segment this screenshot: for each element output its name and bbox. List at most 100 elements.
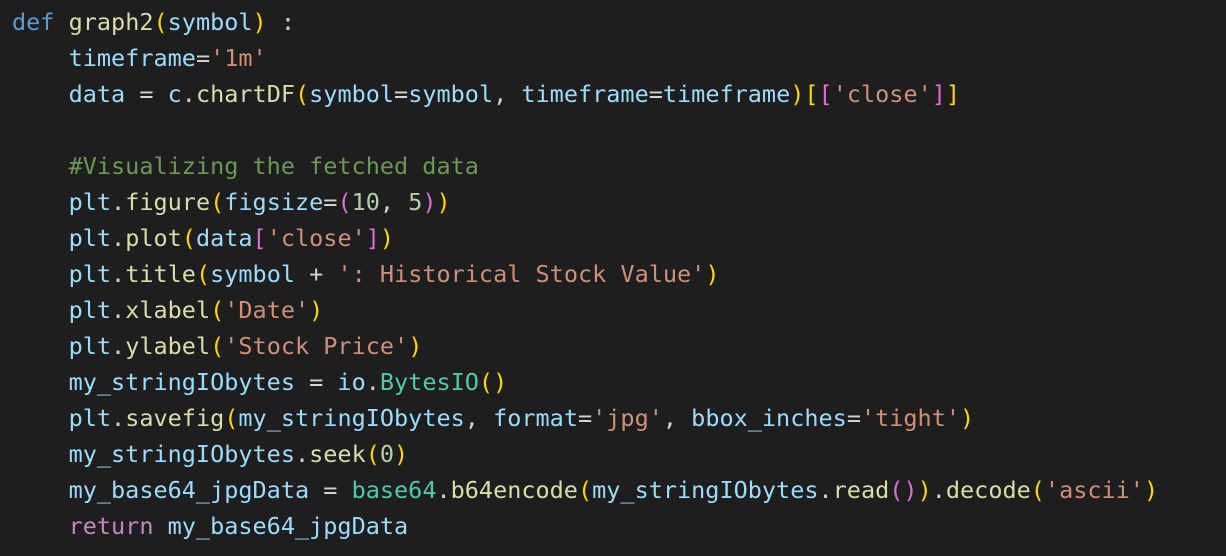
code-token: ] [931, 80, 946, 108]
code-token: 'close' [266, 224, 366, 252]
code-token: title [125, 260, 196, 288]
code-token: 'ascii' [1044, 476, 1144, 504]
code-line[interactable]: plt.ylabel('Stock Price') [0, 328, 1226, 364]
code-token: symbol [167, 8, 253, 36]
code-token: : [266, 8, 295, 36]
code-token: . [931, 476, 946, 504]
code-token: #Visualizing the fetched data [68, 152, 479, 180]
code-line[interactable]: plt.plot(data['close']) [0, 220, 1226, 256]
code-token: ( [577, 476, 593, 504]
code-line[interactable]: plt.savefig(my_stringIObytes, format='jp… [0, 400, 1226, 436]
code-token: = [846, 404, 861, 432]
code-token: format [493, 404, 578, 432]
code-token: ( [210, 332, 225, 360]
code-token: figsize [224, 188, 324, 216]
code-editor[interactable]: def graph2(symbol) : timeframe='1m' data… [0, 0, 1226, 556]
code-token: plt [68, 188, 112, 216]
code-token: ] [365, 224, 380, 252]
code-token: my_stringIObytes [592, 476, 819, 504]
code-token: = [294, 368, 338, 396]
code-line[interactable]: plt.title(symbol + ': Historical Stock V… [0, 256, 1226, 292]
code-token: ylabel [125, 332, 211, 360]
code-token: seek [309, 440, 366, 468]
code-token: . [181, 80, 196, 108]
code-token: io [337, 368, 366, 396]
code-token: data [68, 80, 126, 108]
code-token: data [195, 224, 253, 252]
code-line[interactable]: data = c.chartDF(symbol=symbol, timefram… [0, 76, 1226, 112]
code-token: timeframe [662, 80, 791, 108]
code-token: . [436, 476, 451, 504]
code-token: ) [379, 224, 395, 252]
code-token: ( [224, 404, 239, 432]
code-token: ( [295, 80, 310, 108]
code-token: = [648, 80, 663, 108]
code-token: ( [210, 296, 225, 324]
code-token: . [111, 332, 126, 360]
code-token: plt [68, 296, 112, 324]
code-token: ( [181, 224, 196, 252]
code-line[interactable] [0, 112, 1226, 148]
code-token: ) [408, 332, 423, 360]
code-token: timeframe [521, 80, 649, 108]
code-token: '1m' [210, 44, 267, 72]
code-token: [ [804, 80, 819, 108]
code-token: 0 [379, 440, 395, 468]
code-line[interactable]: plt.figure(figsize=(10, 5)) [0, 184, 1226, 220]
code-token: = [125, 80, 168, 108]
code-token: [ [818, 80, 833, 108]
code-token: ) [903, 476, 918, 504]
code-token: ': Historical Stock Value' [337, 260, 706, 288]
code-line[interactable]: timeframe='1m' [0, 40, 1226, 76]
code-token: = [394, 80, 409, 108]
code-token: , [379, 188, 409, 216]
code-token: ] [945, 80, 961, 108]
code-token: ) [436, 188, 451, 216]
code-token: 'Date' [224, 296, 310, 324]
code-token: = [577, 404, 593, 432]
code-line[interactable]: my_base64_jpgData = base64.b64encode(my_… [0, 472, 1226, 508]
code-token: chartDF [195, 80, 295, 108]
code-token: [ [252, 224, 267, 252]
code-token: ) [252, 8, 267, 36]
code-token: , [464, 404, 494, 432]
code-token: figure [125, 188, 211, 216]
code-token: . [111, 404, 126, 432]
code-line[interactable]: #Visualizing the fetched data [0, 148, 1226, 184]
code-line[interactable]: def graph2(symbol) : [0, 4, 1226, 40]
code-token: my_stringIObytes [238, 404, 465, 432]
code-token: ) [917, 476, 932, 504]
code-token: my_stringIObytes [68, 368, 295, 396]
code-token: = [195, 44, 211, 72]
code-line[interactable]: my_stringIObytes.seek(0) [0, 436, 1226, 472]
code-token: 5 [408, 188, 423, 216]
code-token: plt [68, 332, 112, 360]
code-token: ( [478, 368, 494, 396]
code-line[interactable]: plt.xlabel('Date') [0, 292, 1226, 328]
code-token: symbol [408, 80, 494, 108]
code-token: ( [337, 188, 352, 216]
code-line[interactable]: return my_base64_jpgData [0, 508, 1226, 544]
code-token: ( [195, 260, 211, 288]
code-token: BytesIO [379, 368, 479, 396]
code-token: = [309, 476, 352, 504]
code-token: + [295, 260, 338, 288]
code-token: ) [1143, 476, 1159, 504]
code-token: 'jpg' [592, 404, 663, 432]
code-token: , [493, 80, 522, 108]
code-token: = [323, 188, 338, 216]
code-line[interactable]: my_stringIObytes = io.BytesIO() [0, 364, 1226, 400]
code-token: . [111, 224, 126, 252]
code-token: 'close' [832, 80, 932, 108]
code-token: return [68, 512, 154, 540]
code-token: 'Stock Price' [224, 332, 409, 360]
code-token: , [662, 404, 692, 432]
